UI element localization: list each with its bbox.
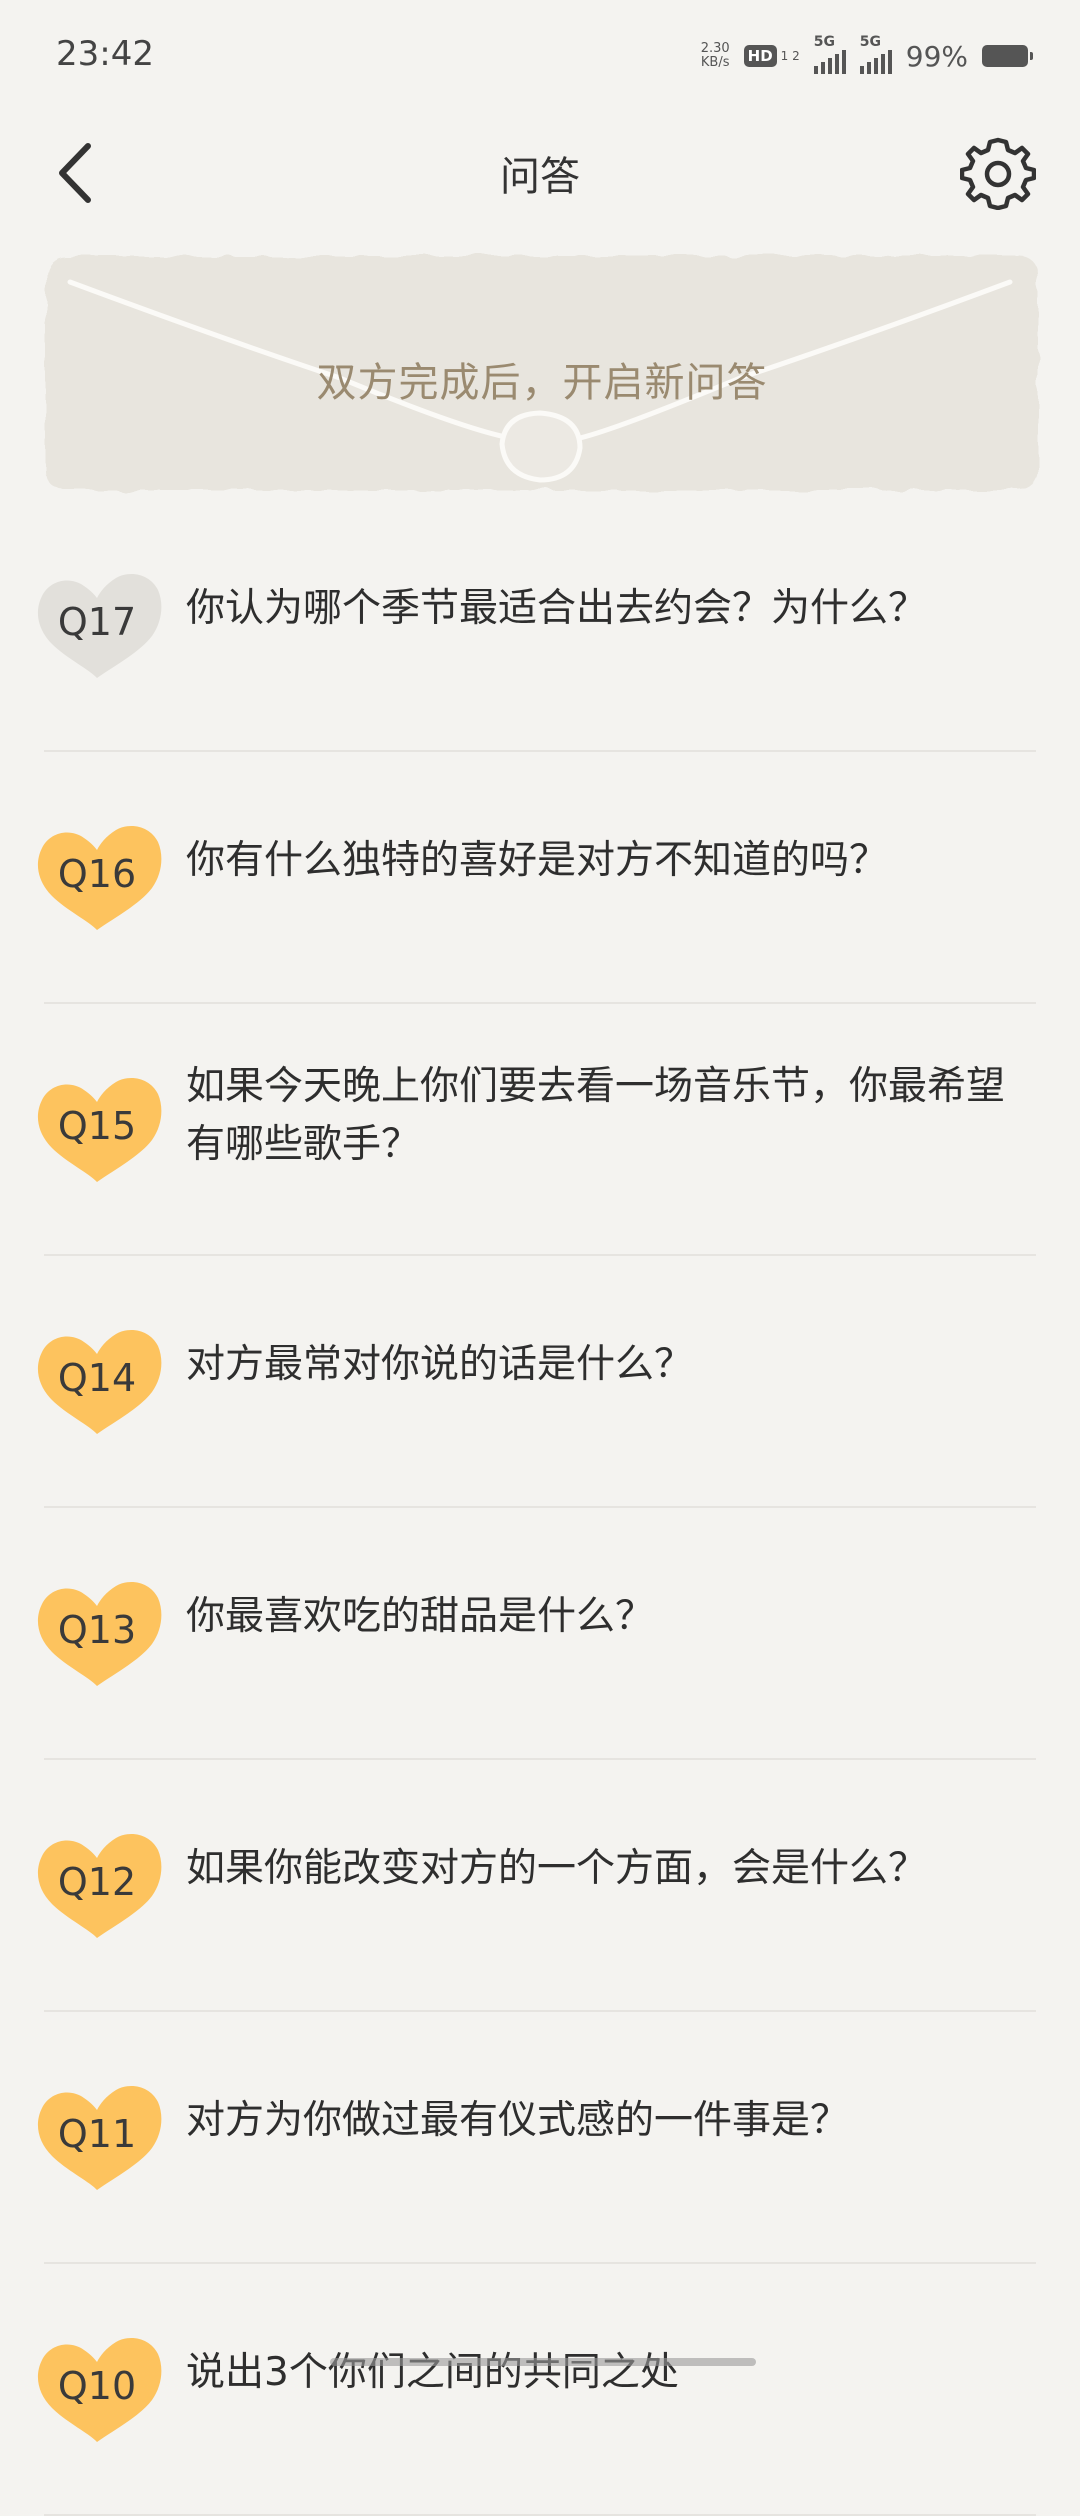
question-number-badge: Q17	[30, 566, 164, 684]
question-list: Q17 你认为哪个季节最适合出去约会？为什么？ Q16 你有什么独特的喜好是对方不知道…	[0, 500, 1080, 2516]
question-number: Q10	[57, 2364, 137, 2408]
question-number-badge: Q16	[30, 818, 164, 936]
question-number-badge: Q14	[30, 1322, 164, 1440]
hd-sub-label: 1 2	[780, 48, 800, 63]
question-text: 如果今天晚上你们要去看一场音乐节，你最希望有哪些歌手？	[186, 1064, 1006, 1167]
question-number-badge: Q12	[30, 1826, 164, 1944]
question-text: 对方最常对你说的话是什么？	[186, 1342, 694, 1387]
app-header: 问答	[0, 120, 1080, 225]
battery-icon	[982, 45, 1033, 67]
question-number: Q11	[57, 2112, 137, 2156]
home-indicator[interactable]	[330, 2358, 756, 2366]
question-item[interactable]: Q17 你认为哪个季节最适合出去约会？为什么？	[0, 500, 1080, 752]
status-icons: 2.30 KB/s HD 1 2 5G 5G 99%	[700, 34, 1033, 76]
question-item[interactable]: Q13 你最喜欢吃的甜品是什么？	[0, 1508, 1080, 1760]
question-number: Q17	[57, 600, 137, 644]
page-title: 问答	[500, 154, 580, 200]
new-question-banner: 双方完成后，开启新问答	[40, 248, 1044, 498]
question-text: 你有什么独特的喜好是对方不知道的吗？	[186, 838, 889, 883]
question-number: Q13	[57, 1608, 137, 1652]
question-number-badge: Q15	[30, 1070, 164, 1188]
question-number: Q15	[57, 1104, 137, 1148]
net-speed: 2.30 KB/s	[700, 41, 730, 70]
signal-icon: 5G	[813, 34, 846, 74]
question-item[interactable]: Q16 你有什么独特的喜好是对方不知道的吗？	[0, 752, 1080, 1004]
signal-icon-2: 5G	[859, 34, 892, 74]
question-number: Q16	[57, 852, 137, 896]
status-time: 23:42	[56, 34, 154, 74]
question-number-badge: Q10	[30, 2330, 164, 2448]
banner-text: 双方完成后，开启新问答	[316, 360, 768, 406]
question-text: 对方为你做过最有仪式感的一件事是？	[186, 2098, 850, 2143]
question-item[interactable]: Q14 对方最常对你说的话是什么？	[0, 1256, 1080, 1508]
question-item[interactable]: Q15 如果今天晚上你们要去看一场音乐节，你最希望有哪些歌手？	[0, 1004, 1080, 1256]
question-number: Q12	[57, 1860, 137, 1904]
question-number-badge: Q11	[30, 2078, 164, 2196]
settings-button[interactable]	[959, 134, 1037, 211]
gear-icon	[959, 137, 1037, 211]
hd-icon: HD	[743, 45, 777, 67]
battery-percent: 99%	[905, 39, 968, 73]
question-text: 说出3个你们之间的共同之处	[186, 2350, 679, 2395]
question-text: 如果你能改变对方的一个方面，会是什么？	[186, 1846, 928, 1891]
question-text: 你最喜欢吃的甜品是什么？	[186, 1594, 655, 1639]
question-number: Q14	[57, 1356, 137, 1400]
question-number-badge: Q13	[30, 1574, 164, 1692]
status-bar: 23:42 2.30 KB/s HD 1 2 5G 5G 99%	[0, 0, 1080, 110]
question-item[interactable]: Q12 如果你能改变对方的一个方面，会是什么？	[0, 1760, 1080, 2012]
question-text: 你认为哪个季节最适合出去约会？为什么？	[186, 586, 928, 631]
question-item[interactable]: Q10 说出3个你们之间的共同之处	[0, 2264, 1080, 2516]
question-item[interactable]: Q11 对方为你做过最有仪式感的一件事是？	[0, 2012, 1080, 2264]
